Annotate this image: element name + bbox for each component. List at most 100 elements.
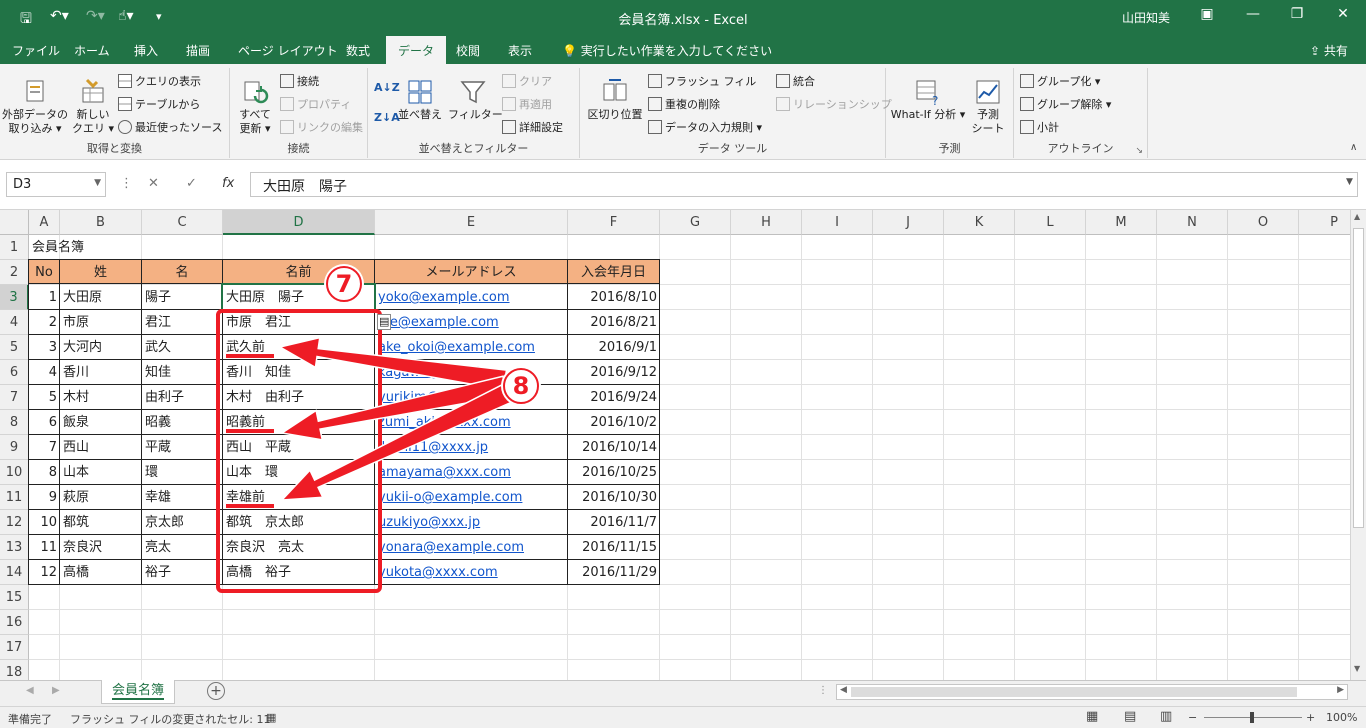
add-sheet-icon[interactable]: + <box>207 682 225 700</box>
cell-no[interactable]: 4 <box>29 360 60 385</box>
worksheet-grid[interactable]: A B C D E F G H I J K L M N O P 1 2 3 4 5 6 7 8 9 10 11 12 13 14 15 16 1… <box>0 210 1350 680</box>
page-break-view-icon[interactable]: ▥ <box>1160 709 1172 724</box>
cell-no[interactable]: 7 <box>29 435 60 460</box>
refresh-all-button[interactable]: すべて 更新 ▾ <box>232 78 278 136</box>
cell-name[interactable]: 市原 君江 <box>223 310 294 335</box>
column-header-e[interactable]: E <box>375 210 568 235</box>
flash-fill-options-icon[interactable]: ▤ <box>377 314 392 330</box>
cell-name[interactable]: 山本 環 <box>223 460 281 485</box>
email-link[interactable]: zumi_aki@xxxx.com <box>378 415 511 430</box>
cell-sei[interactable]: 都筑 <box>60 510 92 535</box>
cell-no[interactable]: 5 <box>29 385 60 410</box>
cell-sei[interactable]: 大田原 <box>60 285 105 310</box>
advanced-filter-button[interactable]: 詳細設定 <box>502 118 563 138</box>
scroll-up-icon[interactable]: ▲ <box>1354 212 1360 221</box>
cell-mei[interactable]: 陽子 <box>142 285 174 310</box>
subtotal-button[interactable]: 小計 <box>1020 118 1059 138</box>
split-handle-icon[interactable]: ⋮ <box>818 685 828 696</box>
ungroup-button[interactable]: グループ解除 ▾ <box>1020 95 1111 115</box>
row-header-8[interactable]: 8 <box>0 410 29 435</box>
email-link[interactable]: yonara@example.com <box>378 540 524 555</box>
table-header-email[interactable]: メールアドレス <box>374 259 568 284</box>
tell-me-box[interactable]: 💡 実行したい作業を入力してください <box>562 42 772 59</box>
cell-date[interactable]: 2016/9/12 <box>568 360 660 385</box>
next-sheet-icon[interactable]: ▶ <box>52 685 60 696</box>
row-header-3[interactable]: 3 <box>0 285 29 310</box>
email-link[interactable]: yukii-o@example.com <box>378 490 522 505</box>
row-header-15[interactable]: 15 <box>0 585 29 610</box>
email-link[interactable]: uzukiyo@xxx.jp <box>378 515 480 530</box>
cell-date[interactable]: 2016/8/10 <box>568 285 660 310</box>
external-data-button[interactable]: 外部データの 取り込み ▾ <box>2 78 68 136</box>
connections-button[interactable]: 接続 <box>280 72 319 92</box>
cell-email[interactable]: yonara@example.com <box>375 535 527 560</box>
cell-date[interactable]: 2016/9/1 <box>568 335 660 360</box>
cell-date[interactable]: 2016/11/29 <box>568 560 660 585</box>
data-validation-button[interactable]: データの入力規則 ▾ <box>648 118 762 138</box>
cell-mei[interactable]: 幸雄 <box>142 485 174 510</box>
text-to-columns-button[interactable]: 区切り位置 <box>584 78 646 122</box>
cell-mei[interactable]: 環 <box>142 460 161 485</box>
dialog-launcher-icon[interactable]: ↘ <box>1135 146 1143 156</box>
cell-no[interactable]: 10 <box>29 510 60 535</box>
cell-mei[interactable]: 平蔵 <box>142 435 174 460</box>
column-header-i[interactable]: I <box>802 210 873 235</box>
cell-date[interactable]: 2016/10/2 <box>568 410 660 435</box>
tab-home[interactable]: ホーム <box>74 42 110 59</box>
zoom-in-icon[interactable]: + <box>1306 711 1315 724</box>
minimize-icon[interactable]: — <box>1238 6 1268 22</box>
cell-date[interactable]: 2016/11/7 <box>568 510 660 535</box>
cell-sei[interactable]: 飯泉 <box>60 410 92 435</box>
tab-formulas[interactable]: 数式 <box>346 42 370 59</box>
edit-links-button[interactable]: リンクの編集 <box>280 118 363 138</box>
tab-view[interactable]: 表示 <box>508 42 532 59</box>
cell-name[interactable]: 西山 平蔵 <box>223 435 294 460</box>
cell-date[interactable]: 2016/11/15 <box>568 535 660 560</box>
collapse-ribbon-icon[interactable]: ∧ <box>1350 142 1357 153</box>
restore-icon[interactable]: ❐ <box>1282 6 1312 22</box>
row-header-1[interactable]: 1 <box>0 235 29 260</box>
cell-date[interactable]: 2016/8/21 <box>568 310 660 335</box>
column-header-n[interactable]: N <box>1157 210 1228 235</box>
tab-draw[interactable]: 描画 <box>186 42 210 59</box>
cell-name[interactable]: 高橋 裕子 <box>223 560 294 585</box>
email-link[interactable]: ikichi11@xxxx.jp <box>378 440 488 455</box>
what-if-button[interactable]: ? What-If 分析 ▾ <box>890 78 966 122</box>
scroll-down-icon[interactable]: ▼ <box>1354 664 1360 673</box>
cell-name[interactable]: 大田原 陽子 <box>223 285 307 310</box>
select-all-corner[interactable] <box>0 210 29 235</box>
zoom-out-icon[interactable]: − <box>1188 711 1197 724</box>
cancel-icon[interactable]: ✕ <box>148 176 159 191</box>
reapply-button[interactable]: 再適用 <box>502 95 552 115</box>
vertical-scrollbar[interactable]: ▲ ▼ <box>1350 210 1366 680</box>
row-header-12[interactable]: 12 <box>0 510 29 535</box>
row-header-9[interactable]: 9 <box>0 435 29 460</box>
cell-mei[interactable]: 昭義 <box>142 410 174 435</box>
cell-sei[interactable]: 木村 <box>60 385 92 410</box>
cell-name[interactable]: 幸雄前 <box>223 485 268 510</box>
zoom-level[interactable]: 100% <box>1326 711 1357 724</box>
cell-sei[interactable]: 香川 <box>60 360 92 385</box>
cell-sei[interactable]: 市原 <box>60 310 92 335</box>
scroll-right-icon[interactable]: ▶ <box>1337 685 1344 695</box>
new-query-button[interactable]: 新しい クエリ ▾ <box>70 78 116 136</box>
column-header-b[interactable]: B <box>60 210 142 235</box>
row-header-5[interactable]: 5 <box>0 335 29 360</box>
cell-sei[interactable]: 萩原 <box>60 485 92 510</box>
column-header-l[interactable]: L <box>1015 210 1086 235</box>
recent-sources-button[interactable]: 最近使ったソース <box>118 118 222 138</box>
share-button[interactable]: ⇪ 共有 <box>1310 42 1348 59</box>
cell-sei[interactable]: 西山 <box>60 435 92 460</box>
page-layout-view-icon[interactable]: ▤ <box>1124 709 1136 724</box>
table-header-date[interactable]: 入会年月日 <box>567 259 660 284</box>
insert-function-icon[interactable]: fx <box>222 176 234 191</box>
column-header-k[interactable]: K <box>944 210 1015 235</box>
cell-mei[interactable]: 武久 <box>142 335 174 360</box>
email-link[interactable]: amayama@xxx.com <box>378 465 511 480</box>
column-header-a[interactable]: A <box>29 210 60 235</box>
chevron-down-icon[interactable]: ▼ <box>94 178 101 188</box>
macro-record-icon[interactable]: ▦ <box>266 711 276 724</box>
email-link[interactable]: hie@example.com <box>378 315 499 330</box>
cell-no[interactable]: 3 <box>29 335 60 360</box>
scroll-thumb[interactable] <box>1353 228 1364 528</box>
